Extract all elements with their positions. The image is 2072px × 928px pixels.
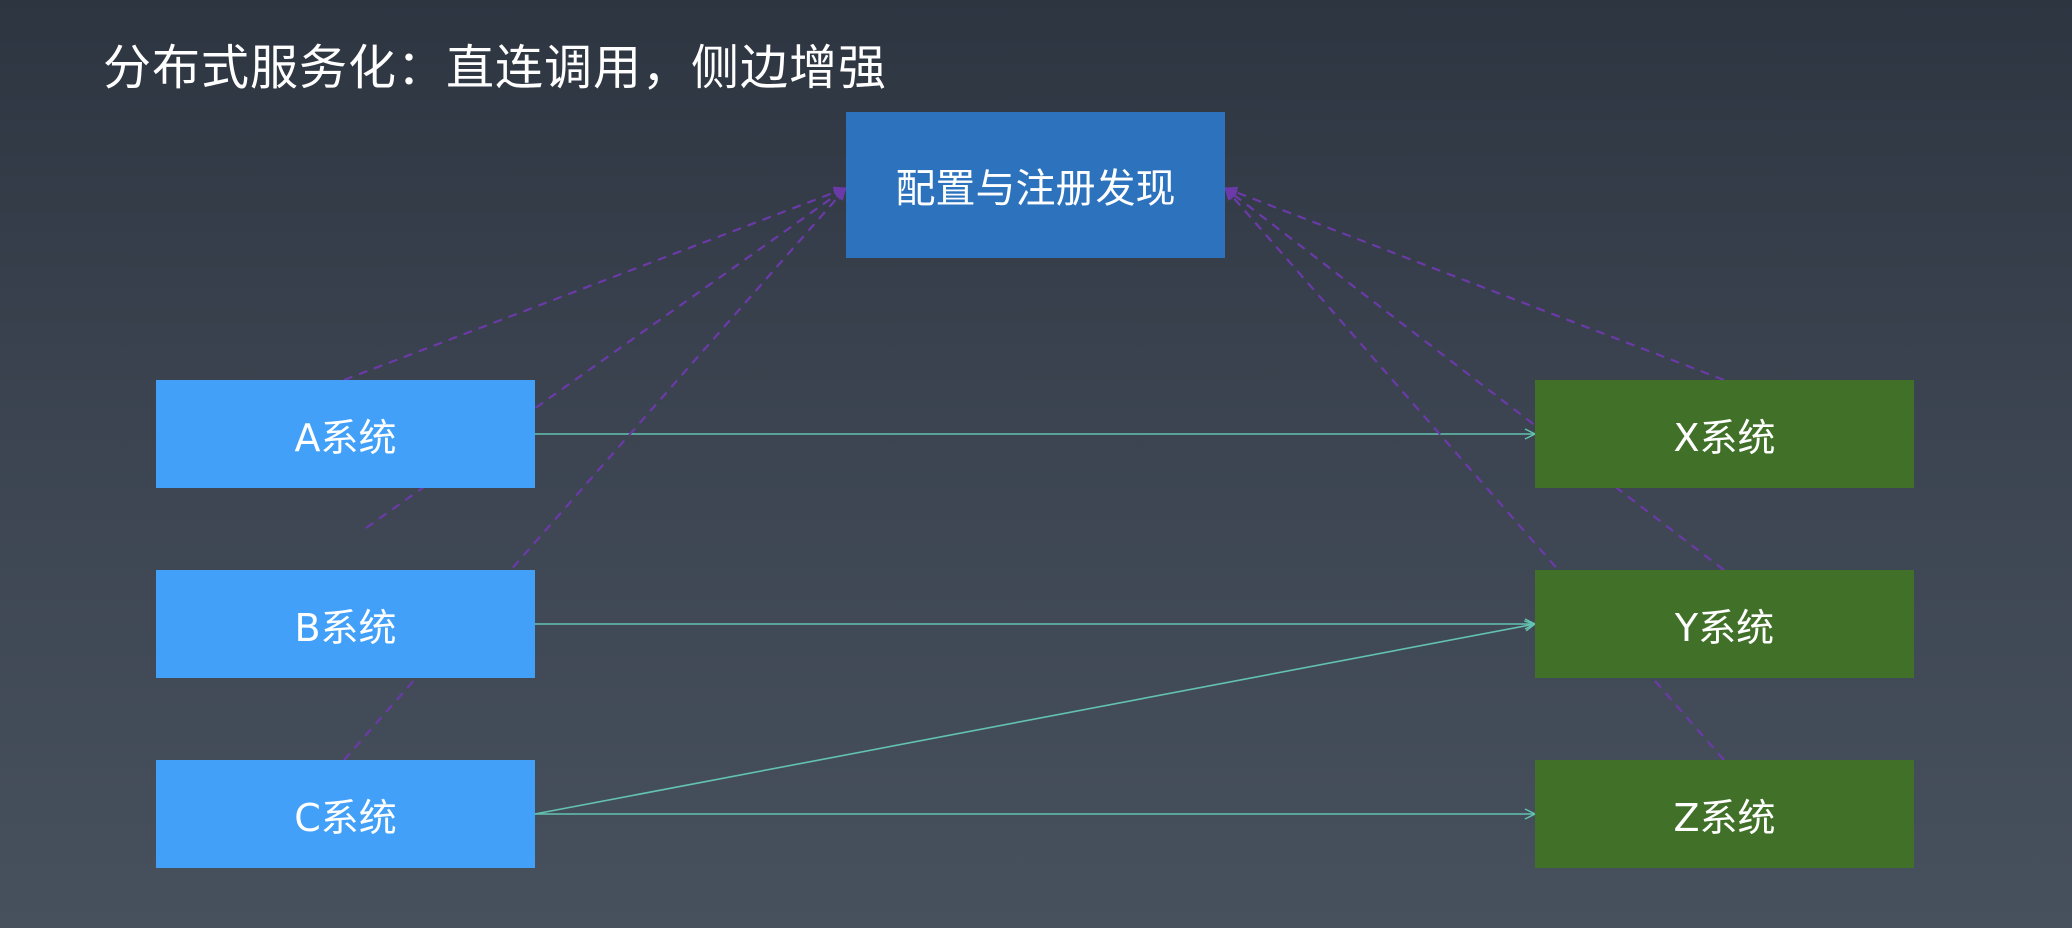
server-node-z: Z系统 xyxy=(1535,760,1914,868)
client-node-b: B系统 xyxy=(156,570,535,678)
server-label-x: X系统 xyxy=(1673,415,1776,460)
registry-label: 配置与注册发现 xyxy=(895,166,1176,212)
client-node-c: C系统 xyxy=(156,760,535,868)
call-lines xyxy=(534,434,1535,815)
registration-lines xyxy=(343,186,1725,761)
call-line-c-to-y xyxy=(534,624,1535,815)
registration-line-y xyxy=(1224,187,1725,571)
server-label-y: Y系统 xyxy=(1674,605,1775,650)
registration-line-x xyxy=(1224,186,1725,382)
registry-node: 配置与注册发现 xyxy=(846,112,1225,258)
server-label-z: Z系统 xyxy=(1673,795,1776,840)
client-label-b: B系统 xyxy=(294,605,397,650)
server-node-y: Y系统 xyxy=(1535,570,1914,678)
server-node-x: X系统 xyxy=(1535,380,1914,488)
client-node-a: A系统 xyxy=(156,380,535,488)
registration-line-a xyxy=(343,186,847,382)
client-label-a: A系统 xyxy=(294,415,397,460)
client-label-c: C系统 xyxy=(294,795,397,840)
